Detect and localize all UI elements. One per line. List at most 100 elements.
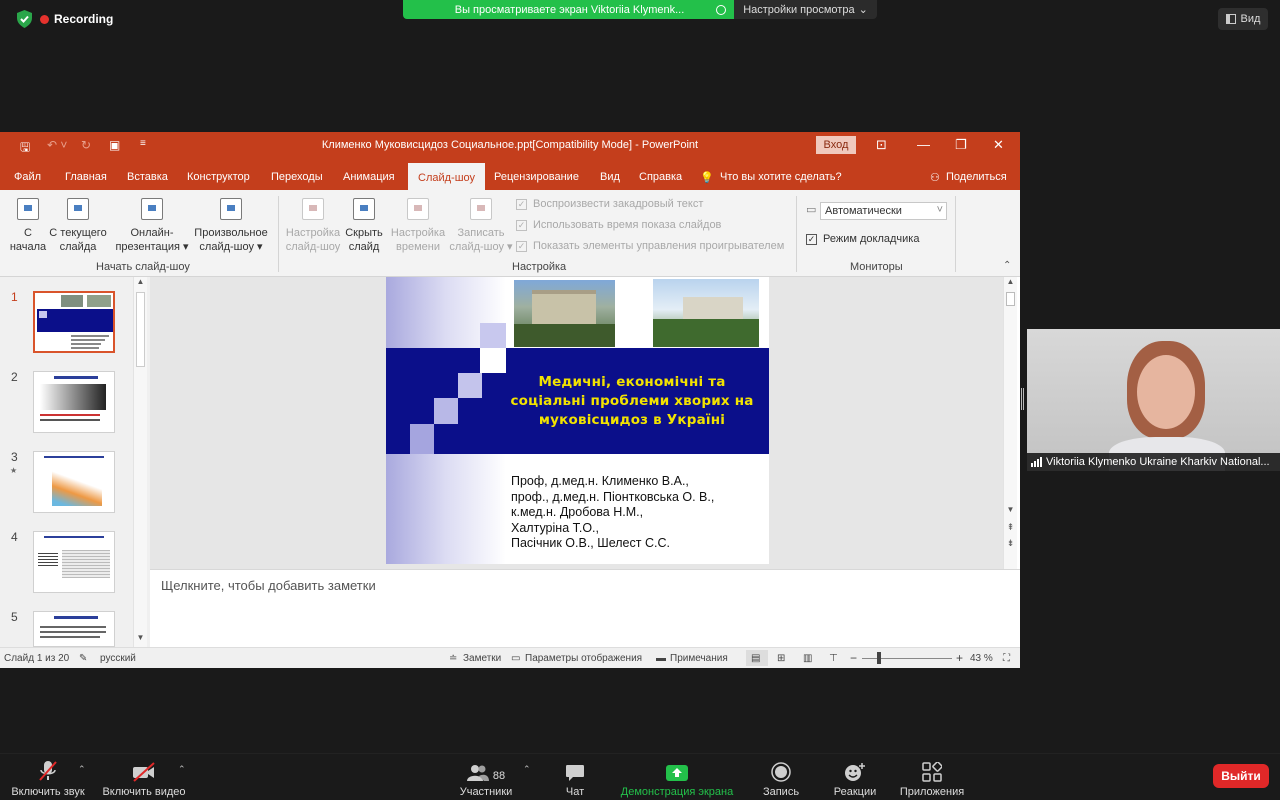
play-narrations-checkbox[interactable]: ✓ Воспроизвести закадровый текст <box>516 198 703 210</box>
leave-meeting-button[interactable]: Выйти <box>1213 764 1269 788</box>
view-options-button[interactable]: Настройки просмотра ⌄ <box>734 0 877 19</box>
slide-number: 5 <box>11 610 18 624</box>
hide-slide-button[interactable]: Скрыть слайд <box>342 198 386 254</box>
notes-pane[interactable]: Щелкните, чтобы добавить заметки <box>150 569 1020 647</box>
tab-file[interactable]: Файл <box>14 171 41 183</box>
record-button[interactable]: Запись <box>756 760 806 798</box>
display-settings-button[interactable]: Параметры отображения <box>525 653 642 664</box>
fit-to-window-icon[interactable]: ⛶ <box>1003 653 1010 664</box>
recording-indicator[interactable]: Recording <box>40 10 113 28</box>
use-timings-checkbox[interactable]: ✓ Использовать время показа слайдов <box>516 219 721 231</box>
recording-label: Recording <box>54 12 114 26</box>
slideshow-view-icon[interactable]: ⊤ <box>829 653 838 664</box>
tell-me-input[interactable]: Что вы хотите сделать? <box>720 171 842 183</box>
comments-button[interactable]: Примечания <box>670 653 728 664</box>
slide-thumbnail-1[interactable] <box>33 291 115 353</box>
zoom-slider-thumb[interactable] <box>877 652 881 664</box>
tab-design[interactable]: Конструктор <box>187 171 250 183</box>
author-line: Проф, д.мед.н. Клименко В.А., <box>511 474 689 488</box>
signin-button[interactable]: Вход <box>816 136 856 154</box>
share-screen-button[interactable]: Демонстрация экрана <box>612 760 742 798</box>
layout-icon <box>1225 14 1236 24</box>
zoom-out-icon[interactable]: − <box>850 651 857 665</box>
custom-slideshow-button[interactable]: Произвольное слайд-шоу ▾ <box>190 198 272 254</box>
current-slide[interactable]: Медичні, економічні та соціальні проблем… <box>386 277 769 564</box>
zoom-level[interactable]: 43 % <box>970 653 993 664</box>
share-banner-text: Вы просматриваете экран Viktoriia Klymen… <box>454 3 685 16</box>
slide-title-line: Медичні, економічні та <box>538 374 726 390</box>
video-options-chevron-icon[interactable]: ⌃ <box>178 764 186 775</box>
close-icon[interactable]: ✕ <box>993 137 1004 153</box>
from-current-slide-button[interactable]: С текущего слайда <box>46 198 110 254</box>
participant-video[interactable]: Viktoriia Klymenko Ukraine Kharkiv Natio… <box>1027 329 1280 471</box>
tab-help[interactable]: Справка <box>639 171 682 183</box>
ribbon-separator <box>955 196 956 272</box>
share-button[interactable]: Поделиться <box>946 171 1007 183</box>
tab-transitions[interactable]: Переходы <box>271 171 323 183</box>
unmute-button[interactable]: Включить звук <box>8 760 88 798</box>
scroll-up-icon[interactable]: ▲ <box>1004 277 1017 291</box>
tab-view[interactable]: Вид <box>600 171 620 183</box>
reading-view-icon[interactable]: ▥ <box>803 653 812 664</box>
tab-slideshow[interactable]: Слайд-шоу <box>408 163 486 190</box>
slide-sorter-icon[interactable]: ⊞ <box>777 653 785 664</box>
screen-share-banner: Вы просматриваете экран Viktoriia Klymen… <box>403 0 734 19</box>
zoom-slider[interactable] <box>862 658 952 659</box>
tab-insert[interactable]: Вставка <box>127 171 168 183</box>
slide-thumbnail-2[interactable] <box>33 371 115 433</box>
monitor-select[interactable]: Автоматически ˅ <box>820 202 947 220</box>
slide-thumbnail-4[interactable] <box>33 531 115 593</box>
building-photo-1 <box>514 280 615 347</box>
zoom-in-icon[interactable]: + <box>956 651 963 665</box>
tab-animations[interactable]: Анимация <box>343 171 395 183</box>
record-line1: Записать <box>457 227 505 239</box>
start-video-button[interactable]: Включить видео <box>100 760 188 798</box>
recording-dot-icon <box>40 14 49 24</box>
ribbon-tabs: Файл Главная Вставка Конструктор Переход… <box>0 160 1020 190</box>
presenter-view-checkbox[interactable]: ✓ Режим докладчика <box>806 233 919 245</box>
from-beginning-button[interactable]: Сначала <box>6 198 50 254</box>
monitor-icon: ▭ <box>806 204 817 216</box>
minimize-icon[interactable]: — <box>917 137 930 152</box>
view-button[interactable]: Вид <box>1218 8 1268 30</box>
setup-slideshow-button[interactable]: Настройка слайд-шоу <box>284 198 342 254</box>
scrollbar-thumb[interactable] <box>1006 292 1015 306</box>
record-slideshow-button[interactable]: Записать слайд-шоу ▾ <box>446 198 516 254</box>
tab-review[interactable]: Рецензирование <box>494 171 579 183</box>
projector-icon <box>67 198 89 220</box>
scroll-down-icon[interactable]: ▼ <box>134 633 147 647</box>
scrollbar-thumb[interactable] <box>136 292 145 367</box>
ribbon-slideshow: Сначала С текущего слайда Онлайн-презента… <box>0 190 1020 277</box>
slide-thumbnail-3[interactable] <box>33 451 115 513</box>
audio-options-chevron-icon[interactable]: ⌃ <box>78 764 86 775</box>
online-presentation-button[interactable]: Онлайн-презентация ▾ <box>110 198 194 254</box>
slide-number: 4 <box>11 530 18 544</box>
thumbnails-scrollbar[interactable]: ▲ ▼ <box>133 277 147 647</box>
editor-scrollbar[interactable]: ▲ ▼ ⇞ ⇟ <box>1003 277 1017 569</box>
apps-button[interactable]: Приложения <box>896 760 968 798</box>
language-indicator[interactable]: русский <box>100 653 136 664</box>
collapse-ribbon-icon[interactable]: ⌃ <box>1003 260 1011 271</box>
spelling-icon[interactable]: ✎ <box>79 653 87 664</box>
rehearse-timings-button[interactable]: Настройка времени <box>388 198 448 254</box>
show-media-controls-checkbox[interactable]: ✓ Показать элементы управления проигрыват… <box>516 240 784 252</box>
splitter-handle[interactable] <box>1021 388 1024 410</box>
previous-slide-icon[interactable]: ⇞ <box>1004 522 1017 536</box>
chat-button[interactable]: Чат <box>552 760 598 798</box>
ribbon-display-icon[interactable]: ⊡ <box>876 137 887 153</box>
restore-icon[interactable]: ❐ <box>955 137 967 153</box>
unmute-label: Включить звук <box>11 786 85 798</box>
setup-line1: Настройка <box>285 227 341 239</box>
chevron-down-icon: ⌄ <box>858 4 868 16</box>
slide-thumbnail-5[interactable] <box>33 611 115 647</box>
scroll-down-icon[interactable]: ▼ <box>1004 505 1017 519</box>
tab-home[interactable]: Главная <box>65 171 107 183</box>
participants-button[interactable]: 88 Участники <box>456 760 516 798</box>
zoom-meeting-window: Recording Вы просматриваете экран Viktor… <box>0 0 1280 800</box>
reactions-button[interactable]: Реакции <box>828 760 882 798</box>
ribbon-separator <box>278 196 279 272</box>
next-slide-icon[interactable]: ⇟ <box>1004 538 1017 552</box>
participants-options-chevron-icon[interactable]: ⌃ <box>523 764 531 775</box>
scroll-up-icon[interactable]: ▲ <box>134 277 147 291</box>
notes-toggle[interactable]: Заметки <box>463 653 501 664</box>
